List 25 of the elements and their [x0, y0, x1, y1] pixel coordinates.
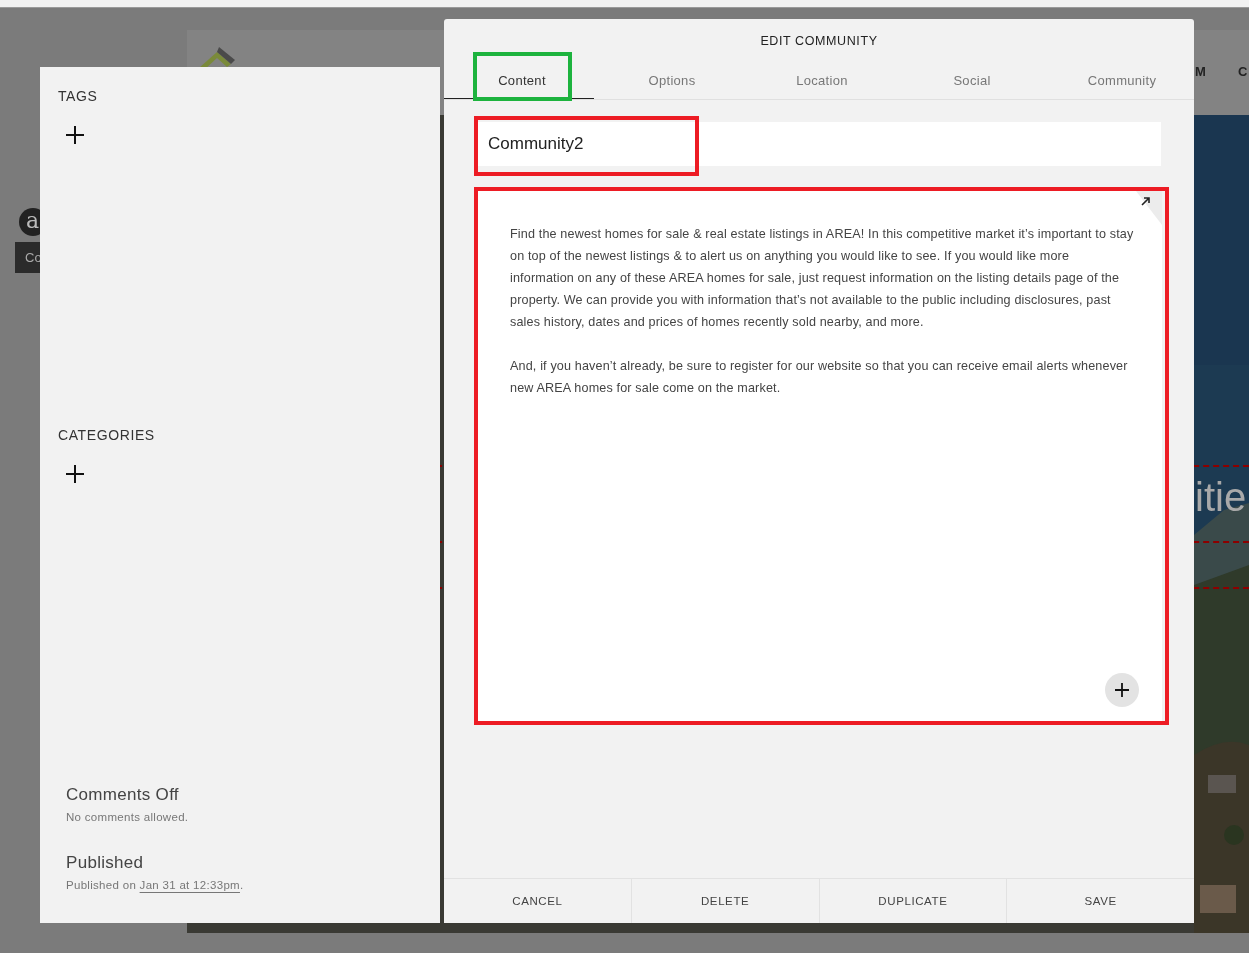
- nav-link[interactable]: M: [1195, 64, 1207, 79]
- date-link[interactable]: Jan 31 at 12:33pm: [139, 879, 240, 891]
- publish-status: Published: [66, 853, 145, 873]
- footer-button[interactable]: SAVE: [1006, 879, 1194, 923]
- add-icon[interactable]: [65, 125, 85, 145]
- add-icon: [1115, 683, 1129, 697]
- tab[interactable]: Social: [932, 66, 1012, 94]
- section-heading: CATEGORIES: [58, 427, 155, 443]
- tab[interactable]: Community: [1082, 66, 1162, 94]
- hero-heading: itie: [1195, 477, 1247, 517]
- tab[interactable]: Location: [782, 66, 862, 94]
- body-paragraph: Find the newest homes for sale & real estate listings in AREA! In this competitive market it’s important to stay on top of the newest listings & to alert us on anything you would like to see. If you would like more information on any of these AREA homes for sale, just request information on the listing details page of the property. We can provide you with information that’s not available to the public including disclosures, past sales history, dates and prices of homes recently sold nearby, and more.: [510, 226, 1134, 331]
- body-paragraph: And, if you haven’t already, be sure to register for our website so that you can receive email alerts whenever new AREA homes for sale come on the market.: [510, 358, 1129, 397]
- comments-status: Comments Off: [66, 785, 180, 805]
- section-heading: TAGS: [58, 88, 98, 104]
- comments-note: No comments allowed.: [66, 811, 190, 823]
- publish-note: Published on Jan 31 at 12:33pm.: [66, 879, 245, 891]
- tab[interactable]: Content: [482, 66, 562, 94]
- expand-icon[interactable]: [1141, 197, 1150, 206]
- tab[interactable]: Options: [632, 66, 712, 94]
- add-icon[interactable]: [65, 464, 85, 484]
- dialog-title: EDIT COMMUNITY: [760, 34, 878, 48]
- add-button[interactable]: [1105, 673, 1139, 707]
- nav-link[interactable]: C: [1238, 64, 1249, 79]
- page-fold-icon: [1136, 191, 1162, 225]
